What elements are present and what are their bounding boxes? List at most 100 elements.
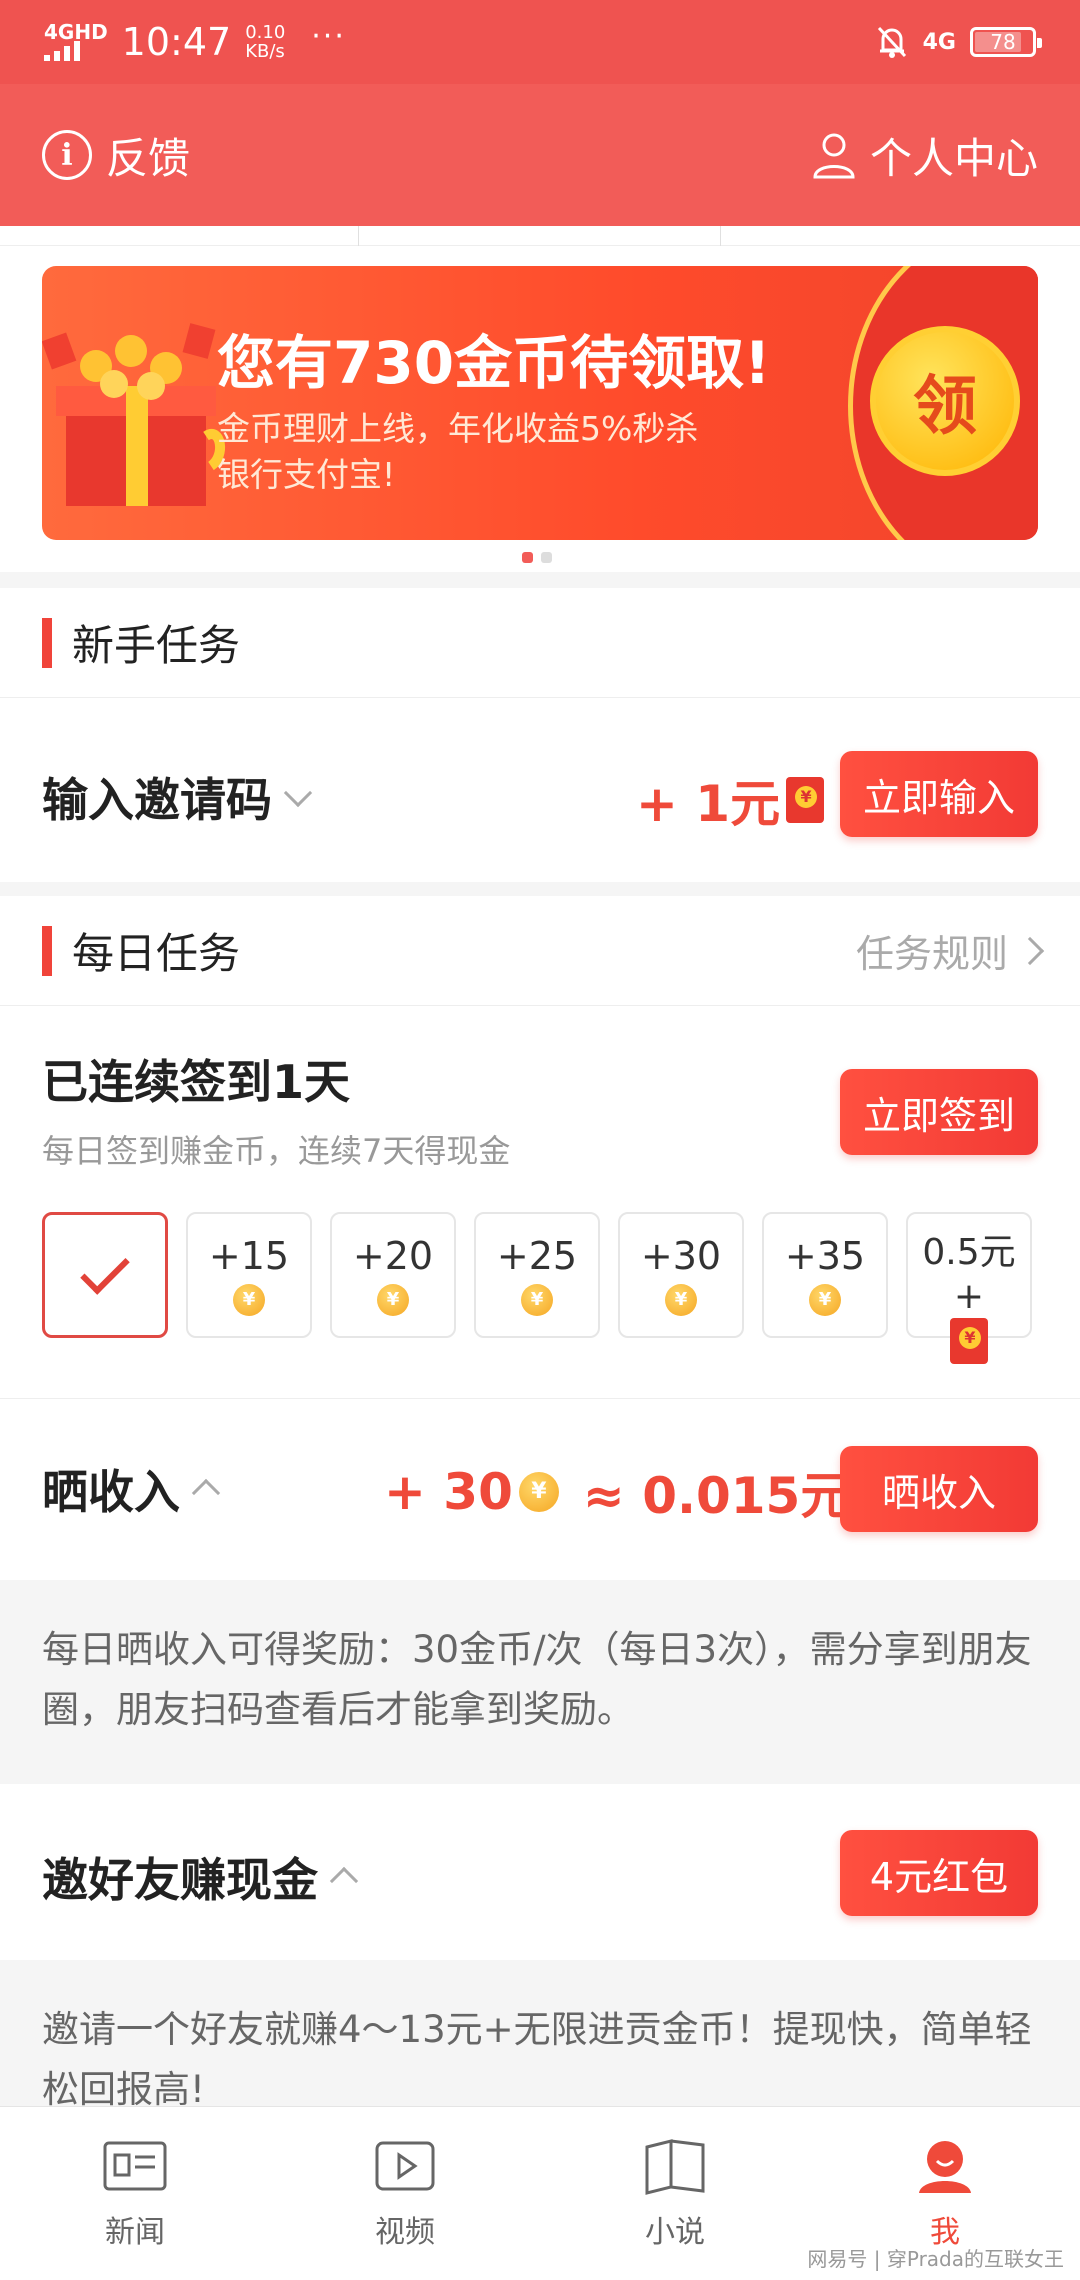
- me-icon: [919, 2140, 971, 2193]
- speed-unit: KB/s: [245, 41, 285, 62]
- signal-indicator: 4GHD: [44, 20, 108, 61]
- page-header: i 反馈 个人中心: [0, 84, 1080, 226]
- carousel-indicator: [522, 552, 552, 563]
- book-icon: [645, 2138, 705, 2195]
- share-reward-coins: + 30: [384, 1463, 513, 1521]
- checkin-title: 已连续签到1天: [42, 1055, 351, 1109]
- day-reward: +30: [640, 1234, 722, 1278]
- day-reward: +25: [496, 1234, 578, 1278]
- nav-video[interactable]: 视频: [270, 2107, 540, 2280]
- red-packet-icon: [950, 1318, 988, 1364]
- checkin-now-button[interactable]: 立即签到: [840, 1069, 1038, 1155]
- checkin-day-1[interactable]: [42, 1212, 168, 1338]
- coin-icon: ¥: [665, 1284, 697, 1316]
- feedback-button[interactable]: i 反馈: [42, 125, 190, 186]
- banner-carousel: 您有730金币待领取! 金币理财上线，年化收益5%秒杀 银行支付宝! 领: [0, 246, 1080, 572]
- invite-friends-row: 邀好友赚现金 4元红包: [0, 1784, 1080, 1960]
- daily-tasks-section: 每日任务 任务规则 已连续签到1天 每日签到赚金币，连续7天得现金 立即签到 +…: [0, 896, 1080, 1580]
- nav-novel[interactable]: 小说: [540, 2107, 810, 2280]
- task-rules-link[interactable]: 任务规则: [855, 923, 1045, 978]
- share-income-reward: + 30 ¥ ≈ 0.015元: [384, 1456, 850, 1528]
- invite-friends-description: 邀请一个好友就赚4～13元+无限进贡金币！提现快，简单轻松回报高!: [0, 1960, 1080, 2106]
- watermark: 网易号 | 穿Prada的互联女王: [807, 2247, 1064, 2271]
- video-icon: [375, 2141, 435, 2190]
- day-reward-line2: +: [953, 1276, 985, 1317]
- newbie-tasks-header: 新手任务: [0, 588, 1080, 698]
- network-type: 4GHD: [44, 20, 108, 44]
- share-income-label: 晒收入: [42, 1465, 180, 1519]
- red-packet-icon: [786, 777, 825, 823]
- checkin-day-7[interactable]: 0.5元 +: [906, 1212, 1032, 1364]
- news-icon: [103, 2141, 167, 2190]
- network-speed: 0.10 KB/s: [245, 23, 285, 61]
- share-income-button[interactable]: 晒收入: [840, 1446, 1038, 1532]
- invite-code-reward: + 1元: [636, 764, 825, 836]
- battery-icon: 78: [970, 27, 1042, 57]
- invite-friends-toggle[interactable]: 邀好友赚现金: [42, 1844, 359, 1910]
- profile-center-label: 个人中心: [869, 133, 1038, 183]
- network-4g-label: 4G: [922, 29, 956, 55]
- nav-news[interactable]: 新闻: [0, 2107, 270, 2280]
- task-rules-label: 任务规则: [855, 932, 1008, 976]
- check-icon: [80, 1245, 130, 1295]
- feedback-label: 反馈: [106, 133, 191, 183]
- invite-code-toggle[interactable]: 输入邀请码: [42, 764, 313, 830]
- checkin-day-4[interactable]: +25 ¥: [474, 1212, 600, 1338]
- header-tab-strip: [0, 226, 1080, 246]
- invite-code-label: 输入邀请码: [42, 773, 272, 827]
- enter-invite-code-button[interactable]: 立即输入: [840, 751, 1038, 837]
- coin-icon: ¥: [521, 1284, 553, 1316]
- status-bar: 4GHD 10:47 0.10 KB/s ··· 4G 78: [0, 0, 1080, 84]
- checkin-days-row: +15 ¥ +20 ¥ +25 ¥ +30 ¥ +35 ¥ 0.5元 +: [42, 1212, 1032, 1364]
- battery-level: 78: [990, 30, 1016, 54]
- day-reward: +15: [208, 1234, 290, 1278]
- clock: 10:47: [121, 20, 232, 64]
- nav-label: 小说: [645, 2214, 705, 2250]
- banner-subtitle-line1: 金币理财上线，年化收益5%秒杀: [217, 409, 699, 448]
- checkin-day-3[interactable]: +20 ¥: [330, 1212, 456, 1338]
- checkin-day-5[interactable]: +30 ¥: [618, 1212, 744, 1338]
- coin-claim-banner[interactable]: 您有730金币待领取! 金币理财上线，年化收益5%秒杀 银行支付宝! 领: [42, 266, 1038, 540]
- coin-icon: ¥: [809, 1284, 841, 1316]
- day-reward-line1: 0.5元: [922, 1232, 1016, 1273]
- claim-coin-button[interactable]: 领: [870, 326, 1020, 476]
- nav-label: 新闻: [105, 2214, 165, 2250]
- share-income-description: 每日晒收入可得奖励：30金币/次（每日3次），需分享到朋友圈，朋友扫码查看后才能…: [0, 1580, 1080, 1784]
- coin-icon: ¥: [518, 1472, 559, 1512]
- section-title: 每日任务: [72, 929, 241, 978]
- banner-subtitle: 金币理财上线，年化收益5%秒杀 银行支付宝!: [217, 406, 698, 498]
- day-reward: +20: [352, 1234, 434, 1278]
- user-icon: [813, 133, 855, 179]
- invite-red-packet-button[interactable]: 4元红包: [840, 1830, 1038, 1916]
- section-accent-bar: [42, 617, 52, 668]
- daily-tasks-header: 每日任务 任务规则: [0, 896, 1080, 1006]
- section-title: 新手任务: [72, 621, 241, 670]
- checkin-subtitle: 每日签到赚金币，连续7天得现金: [42, 1132, 511, 1170]
- share-income-toggle[interactable]: 晒收入: [42, 1456, 221, 1522]
- chevron-right-icon: [1015, 936, 1045, 965]
- checkin-day-2[interactable]: +15 ¥: [186, 1212, 312, 1338]
- info-icon: i: [42, 130, 92, 180]
- speed-value: 0.10: [245, 22, 286, 43]
- chevron-up-icon: [191, 1478, 221, 1508]
- bell-off-icon: [877, 26, 906, 58]
- chevron-up-icon: [329, 1866, 359, 1896]
- divider: [0, 1398, 1080, 1399]
- signal-bars-icon: [44, 41, 80, 61]
- banner-title: 您有730金币待领取!: [217, 329, 771, 397]
- invite-reward-amount: + 1元: [636, 775, 781, 833]
- day-reward: +35: [784, 1234, 866, 1278]
- section-accent-bar: [42, 925, 52, 976]
- nav-label: 视频: [375, 2214, 435, 2250]
- chevron-down-icon: [283, 778, 313, 808]
- carousel-dot[interactable]: [541, 552, 552, 563]
- coin-icon: ¥: [233, 1284, 265, 1316]
- profile-center-button[interactable]: 个人中心: [812, 125, 1038, 186]
- newbie-tasks-section: 新手任务 输入邀请码 + 1元 立即输入: [0, 588, 1080, 882]
- checkin-day-6[interactable]: +35 ¥: [762, 1212, 888, 1338]
- invite-friends-label: 邀好友赚现金: [42, 1853, 318, 1907]
- gift-box-icon: [42, 323, 226, 506]
- carousel-dot-active[interactable]: [522, 552, 533, 563]
- checkin-info: 已连续签到1天 每日签到赚金币，连续7天得现金: [42, 1046, 510, 1172]
- more-notifications-icon: ···: [311, 18, 346, 54]
